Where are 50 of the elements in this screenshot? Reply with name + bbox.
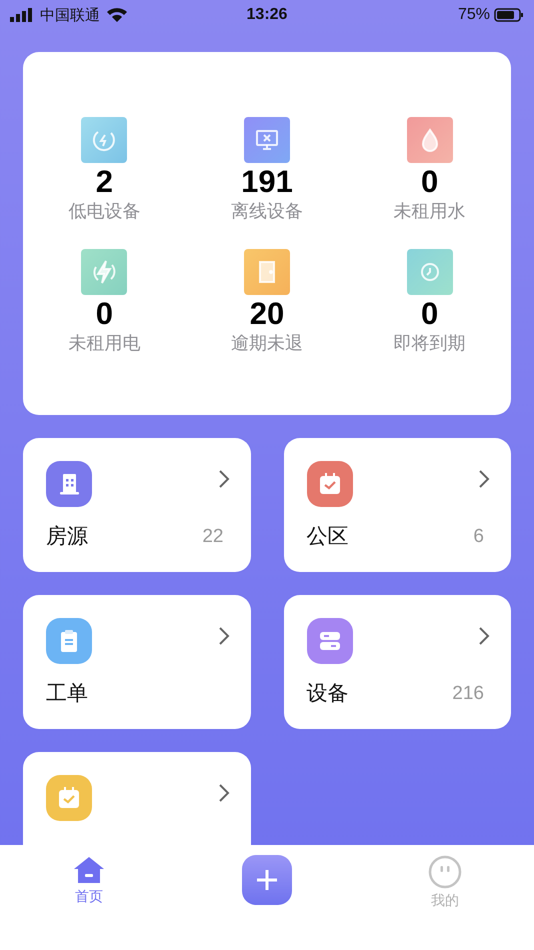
clock-icon [406, 248, 453, 294]
building-icon [46, 461, 92, 507]
chevron-right-icon [218, 783, 230, 803]
stat-value: 0 [421, 162, 438, 200]
menu-card[interactable]: 公区 6 [284, 438, 511, 572]
battery-percent: 75% [458, 5, 490, 25]
chevron-right-icon [218, 469, 230, 489]
stat-label: 逾期未退 [230, 332, 303, 354]
plus-icon [255, 868, 279, 892]
tab-item[interactable]: 首页 [72, 855, 106, 908]
stat-value: 0 [421, 294, 438, 332]
stat-label: 未租用水 [394, 200, 466, 222]
card-count: 6 [473, 524, 484, 548]
battery-icon [494, 8, 524, 22]
card-count: 216 [452, 682, 484, 706]
stat-label: 低电设备 [68, 200, 140, 222]
add-button[interactable] [242, 855, 292, 905]
menu-card[interactable]: 设备 216 [284, 595, 511, 729]
stat-value: 2 [96, 162, 113, 200]
menu-card[interactable]: 房源 22 [23, 438, 250, 572]
chevron-right-icon [218, 626, 230, 646]
calendar-check-icon [306, 461, 352, 507]
card-title: 公区 [306, 523, 348, 550]
stat-label: 离线设备 [230, 200, 303, 222]
carrier-name: 中国联通 [40, 4, 100, 26]
door-icon [244, 248, 290, 294]
card-title: 设备 [306, 680, 348, 707]
drop-icon [406, 116, 453, 162]
stat-value: 191 [241, 162, 293, 200]
clock-time: 13:26 [246, 5, 288, 25]
chevron-right-icon [478, 469, 490, 489]
stat-label: 即将到期 [394, 332, 466, 354]
stat-value: 20 [250, 294, 284, 332]
calendar-check-icon [46, 775, 92, 821]
face-icon [428, 855, 462, 889]
stat-value: 0 [96, 294, 113, 332]
card-count: 22 [202, 524, 224, 548]
card-title: 工单 [46, 680, 88, 707]
clipboard-icon [46, 618, 92, 664]
chevron-right-icon [478, 626, 490, 646]
card-title: 房源 [46, 523, 88, 550]
stat-label: 未租用电 [68, 332, 140, 354]
menu-card[interactable]: 工单 [23, 595, 250, 729]
home-icon [72, 855, 106, 885]
battery-ring-icon [81, 116, 128, 162]
server-icon [306, 618, 352, 664]
wifi-icon [106, 7, 128, 23]
signal-icon [10, 8, 34, 22]
monitor-x-icon [244, 116, 290, 162]
lightning-icon [81, 248, 128, 294]
